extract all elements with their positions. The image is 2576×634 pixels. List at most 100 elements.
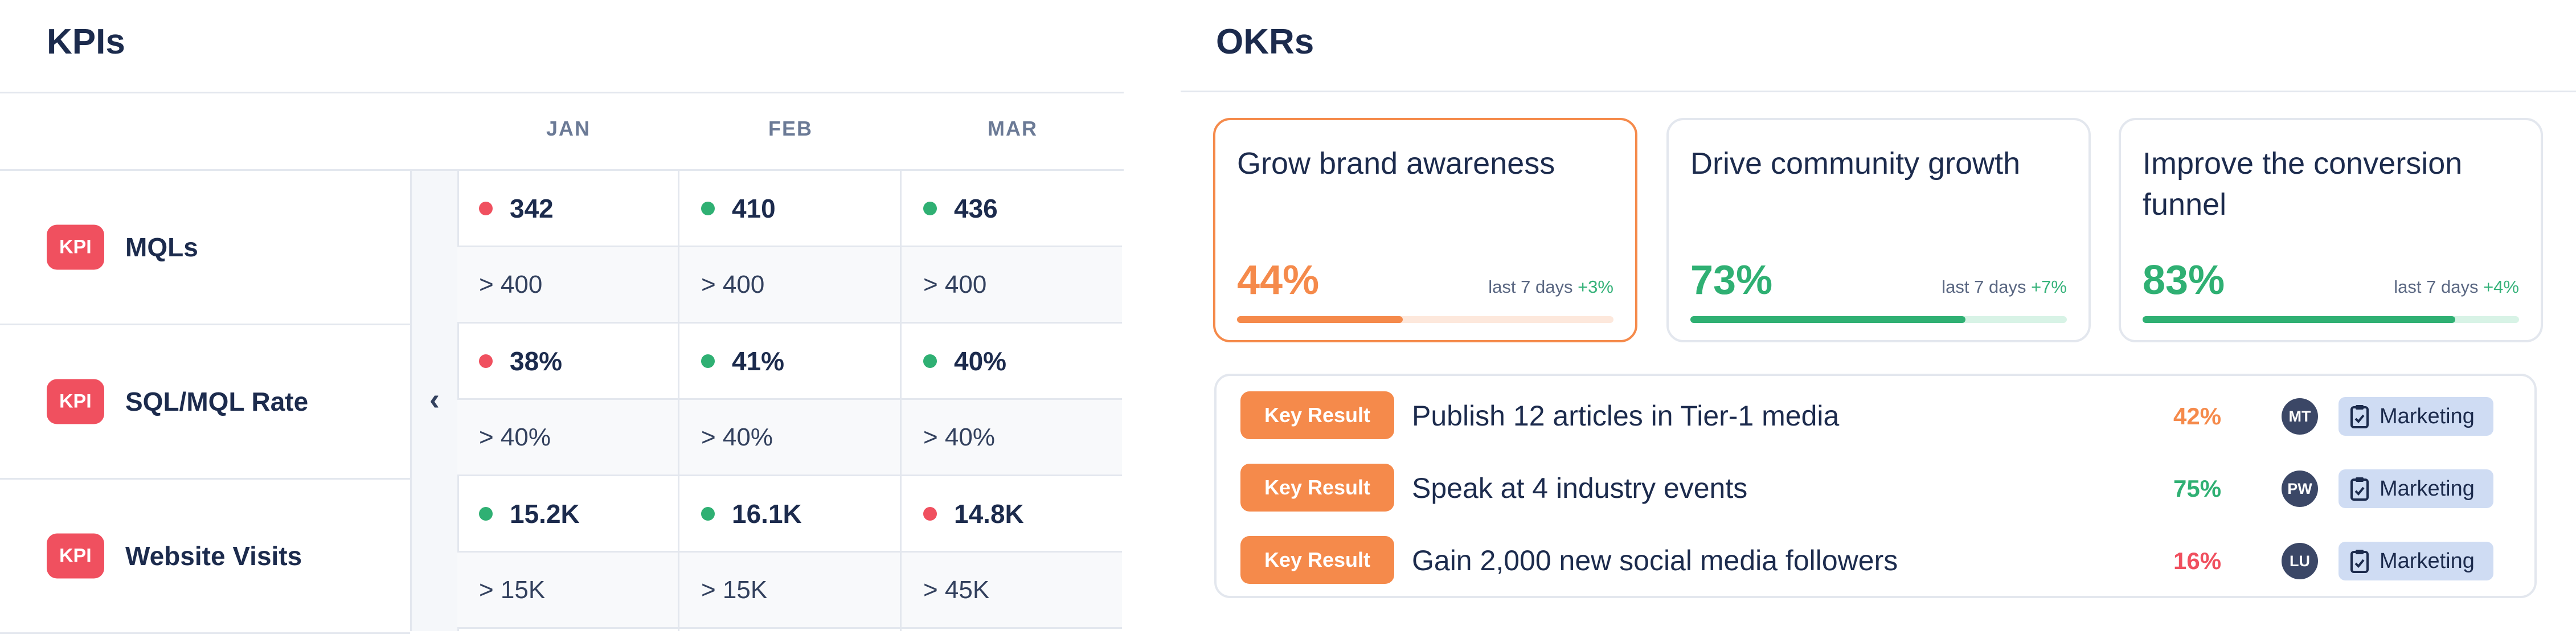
okr-card-percent: 73%	[1690, 257, 1773, 303]
month-header-mar: MAR	[988, 117, 1038, 140]
team-tag[interactable]: Marketing	[2339, 469, 2493, 508]
okr-card-trend: last 7 days +7%	[1942, 277, 2067, 297]
kpi-target-cell[interactable]: > 40%	[902, 400, 1122, 476]
okr-panel: OKRs Grow brand awareness 44% last 7 day…	[1181, 0, 2576, 631]
key-result-badge: Key Result	[1240, 464, 1394, 512]
kpi-value-cell[interactable]: 410	[679, 171, 900, 247]
okr-trend-delta: +7%	[2031, 277, 2067, 297]
team-tag[interactable]: Marketing	[2339, 542, 2493, 580]
clipboard-icon	[2350, 550, 2369, 573]
okr-card-trend: last 7 days +3%	[1488, 277, 1613, 297]
kpi-actual-value: 436	[954, 193, 998, 223]
okr-progress-fill	[1237, 316, 1403, 323]
kpi-actual-value: 15.2K	[510, 498, 580, 529]
key-result-percent: 16%	[2173, 547, 2222, 574]
status-dot	[701, 201, 715, 215]
kpi-value-cell[interactable]: 436	[902, 171, 1122, 247]
kpi-target-value: > 400	[701, 270, 765, 298]
status-dot	[479, 506, 493, 521]
kpi-panel-title: KPIs	[47, 22, 125, 62]
kpi-value-cell[interactable]: 16.1K	[679, 476, 900, 553]
month-header-jan: JAN	[546, 117, 591, 140]
status-dot	[923, 506, 937, 521]
kpi-row-labels: KPI MQLs KPI SQL/MQL Rate KPI Website Vi…	[0, 171, 410, 634]
okr-card-percent: 83%	[2143, 257, 2225, 303]
kpi-target-cell[interactable]: > 400	[679, 247, 900, 324]
kpi-target-cell[interactable]: > 400	[457, 247, 678, 324]
team-tag-label: Marketing	[2380, 404, 2475, 428]
key-result-text: Publish 12 articles in Tier-1 media	[1412, 400, 1840, 432]
kpi-row-website-visits[interactable]: KPI Website Visits	[0, 480, 410, 634]
kpi-name: MQLs	[125, 232, 198, 262]
okr-progress-track	[1690, 316, 2067, 323]
collapse-toggle[interactable]: ‹	[410, 171, 459, 631]
status-dot	[479, 354, 493, 368]
okr-header-divider	[1181, 91, 2576, 92]
kpi-target-cell[interactable]: > 400	[902, 247, 1122, 324]
kpi-target-cell[interactable]: > 45K	[902, 553, 1122, 629]
okr-card-improve-conversion-funnel[interactable]: Improve the conversion funnel 83% last 7…	[2119, 118, 2543, 342]
okr-card-trend: last 7 days +4%	[2394, 277, 2519, 297]
okr-progress-track	[1237, 316, 1613, 323]
kpi-badge: KPI	[47, 379, 104, 424]
kpi-actual-value: 41%	[732, 346, 785, 376]
okr-panel-title: OKRs	[1216, 22, 1314, 62]
kpi-target-value: > 15K	[701, 575, 768, 604]
month-column-feb: 410 > 400 41% > 40% 16.1K > 15K	[679, 171, 902, 631]
kpi-value-cell[interactable]: 14.8K	[902, 476, 1122, 553]
kpi-value-cell[interactable]: 38%	[457, 324, 678, 400]
kpi-target-value: > 45K	[923, 575, 990, 604]
status-dot	[479, 201, 493, 215]
key-result-text: Speak at 4 industry events	[1412, 472, 1748, 504]
team-tag-label: Marketing	[2380, 476, 2475, 501]
team-tag-label: Marketing	[2380, 549, 2475, 573]
clipboard-icon	[2350, 405, 2369, 428]
kpi-actual-value: 14.8K	[954, 498, 1024, 529]
key-result-row[interactable]: Key Result Speak at 4 industry events 75…	[1217, 464, 2534, 515]
kpi-target-value: > 40%	[701, 423, 773, 451]
chevron-left-icon: ‹	[429, 382, 440, 416]
key-result-row[interactable]: Key Result Gain 2,000 new social media f…	[1217, 536, 2534, 587]
avatar[interactable]: PW	[2282, 471, 2318, 507]
status-dot	[923, 354, 937, 368]
avatar[interactable]: LU	[2282, 543, 2318, 579]
kpi-actual-value: 40%	[954, 346, 1007, 376]
okr-card-percent: 44%	[1237, 257, 1320, 303]
okr-trend-delta: +4%	[2483, 277, 2519, 297]
key-result-percent: 75%	[2173, 475, 2222, 502]
kpi-target-cell[interactable]: > 40%	[679, 400, 900, 476]
key-result-text: Gain 2,000 new social media followers	[1412, 545, 1898, 576]
okr-card-drive-community-growth[interactable]: Drive community growth 73% last 7 days +…	[1666, 118, 2091, 342]
okr-progress-track	[2143, 316, 2519, 323]
kpi-target-value: > 15K	[479, 575, 546, 604]
kpi-target-value: > 400	[479, 270, 543, 298]
kpi-target-cell[interactable]: > 15K	[457, 553, 678, 629]
team-tag[interactable]: Marketing	[2339, 397, 2493, 436]
month-header-feb: FEB	[768, 117, 813, 140]
month-column-jan: 342 > 400 38% > 40% 15.2K > 15K	[457, 171, 679, 631]
kpi-target-cell[interactable]: > 15K	[679, 553, 900, 629]
kpi-target-value: > 40%	[923, 423, 995, 451]
kpi-value-cell[interactable]: 41%	[679, 324, 900, 400]
okr-trend-delta: +3%	[1578, 277, 1613, 297]
key-result-row[interactable]: Key Result Publish 12 articles in Tier-1…	[1217, 391, 2534, 443]
kpi-target-cell[interactable]: > 40%	[457, 400, 678, 476]
kpi-value-cell[interactable]: 342	[457, 171, 678, 247]
key-result-badge: Key Result	[1240, 391, 1394, 439]
clipboard-icon	[2350, 477, 2369, 501]
kpi-values-grid: 342 > 400 38% > 40% 15.2K > 15K 410 > 40…	[457, 171, 1124, 631]
avatar[interactable]: MT	[2282, 398, 2318, 435]
kpi-name: SQL/MQL Rate	[125, 387, 309, 416]
okr-card-grow-brand-awareness[interactable]: Grow brand awareness 44% last 7 days +3%	[1213, 118, 1637, 342]
key-results-list: Key Result Publish 12 articles in Tier-1…	[1214, 374, 2537, 598]
kpi-row-sql-mql-rate[interactable]: KPI SQL/MQL Rate	[0, 325, 410, 480]
kpi-actual-value: 38%	[510, 346, 563, 376]
kpi-badge: KPI	[47, 533, 104, 579]
kpi-value-cell[interactable]: 40%	[902, 324, 1122, 400]
kpi-row-mqls[interactable]: KPI MQLs	[0, 171, 410, 325]
okr-progress-fill	[2143, 316, 2455, 323]
status-dot	[701, 506, 715, 521]
kpi-value-cell[interactable]: 15.2K	[457, 476, 678, 553]
kpi-actual-value: 410	[732, 193, 776, 223]
okr-progress-fill	[1690, 316, 1965, 323]
